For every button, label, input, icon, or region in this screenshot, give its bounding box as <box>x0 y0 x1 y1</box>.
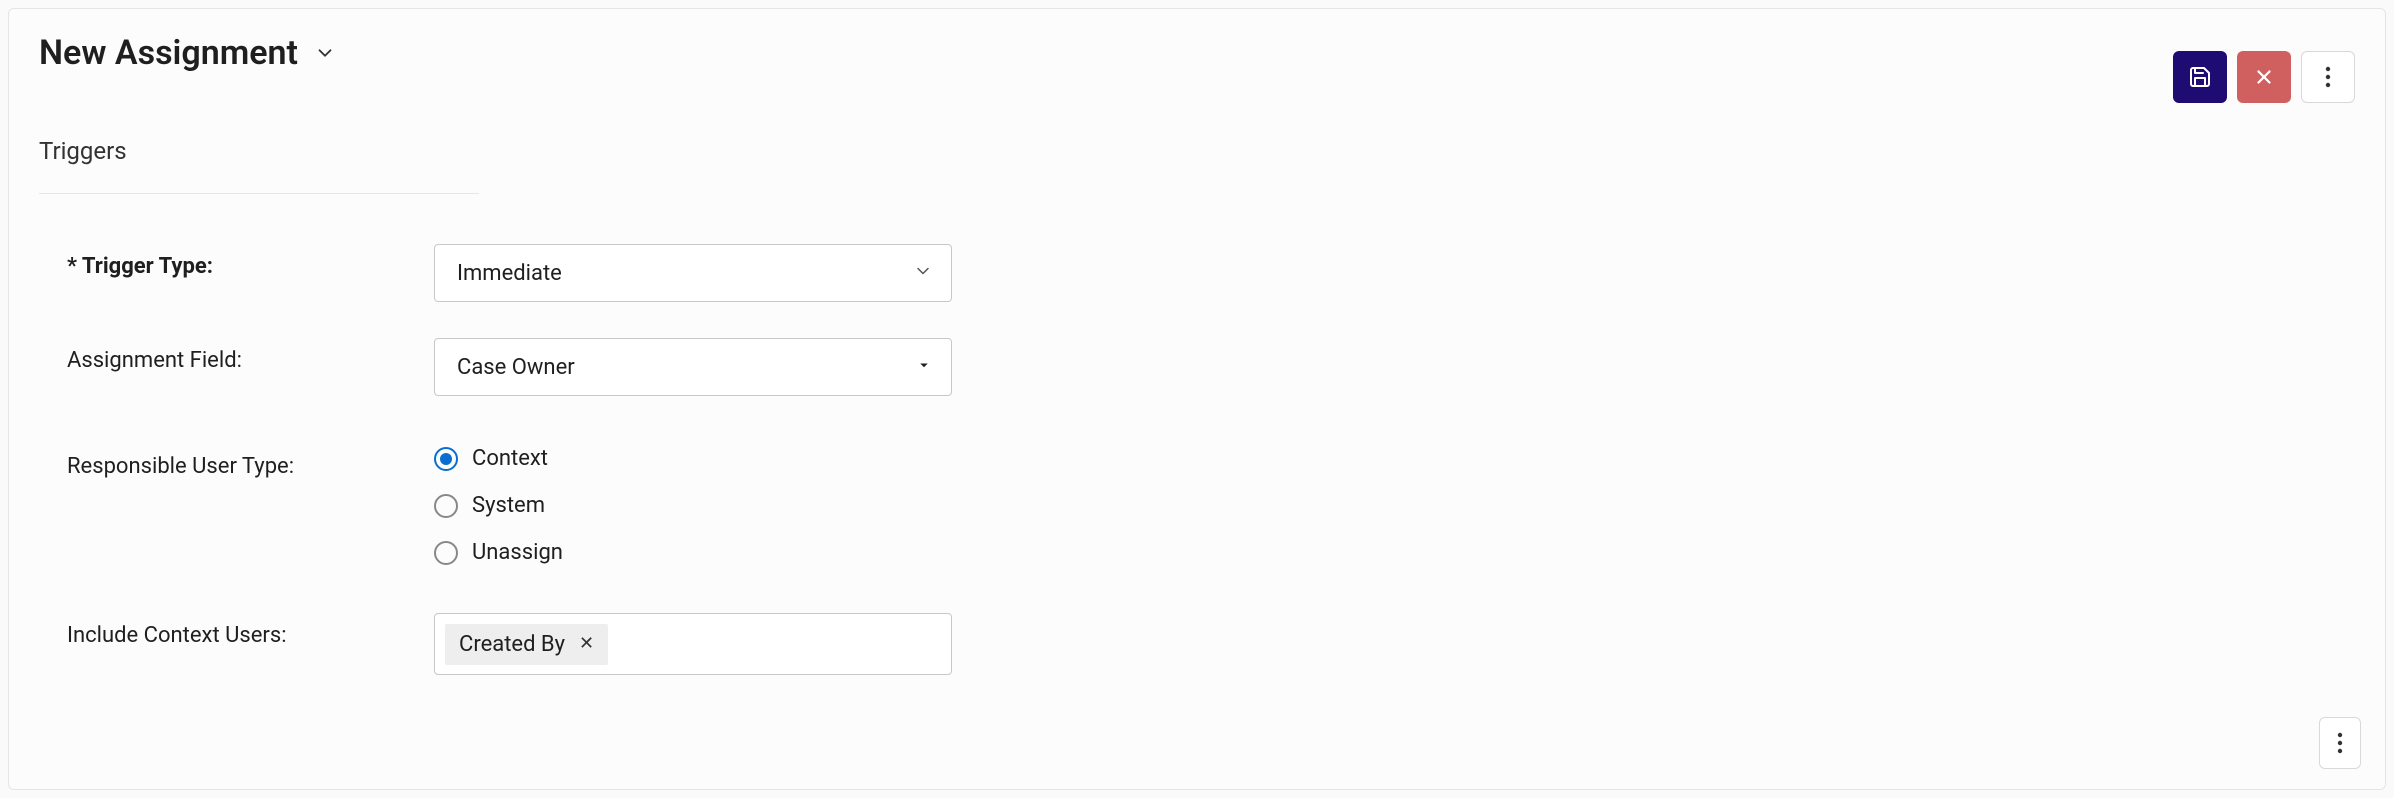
tag-created-by: Created By ✕ <box>445 624 608 665</box>
assignment-field-value: Case Owner <box>457 355 575 380</box>
radio-unassign-label: Unassign <box>472 540 563 565</box>
save-icon <box>2188 65 2212 89</box>
header-actions <box>2173 51 2355 103</box>
chevron-down-icon <box>913 261 933 285</box>
page-title: New Assignment <box>39 33 298 73</box>
assignment-field-label: Assignment Field: <box>39 338 434 373</box>
radio-system-label: System <box>472 493 545 518</box>
responsible-user-type-label: Responsible User Type: <box>39 444 434 479</box>
trigger-type-label: * Trigger Type: <box>39 244 434 279</box>
title-block: New Assignment <box>39 33 338 73</box>
include-context-users-label: Include Context Users: <box>39 613 434 648</box>
responsible-user-type-radiogroup: Context System Unassign <box>434 444 563 565</box>
caret-down-icon <box>915 356 933 378</box>
radio-system[interactable]: System <box>434 493 563 518</box>
radio-context-label: Context <box>472 446 548 471</box>
trigger-type-value: Immediate <box>457 261 562 286</box>
kebab-icon <box>2337 732 2343 754</box>
title-dropdown-toggle[interactable] <box>312 40 338 66</box>
tag-label: Created By <box>459 632 565 657</box>
section-divider <box>39 193 479 194</box>
save-button[interactable] <box>2173 51 2227 103</box>
close-button[interactable] <box>2237 51 2291 103</box>
radio-circle-icon <box>434 541 458 565</box>
include-context-users-input[interactable]: Created By ✕ <box>434 613 952 675</box>
radio-circle-icon <box>434 494 458 518</box>
include-context-users-row: Include Context Users: Created By ✕ <box>39 613 2355 675</box>
more-actions-button[interactable] <box>2301 51 2355 103</box>
chevron-down-icon <box>314 42 336 64</box>
responsible-user-type-row: Responsible User Type: Context System Un… <box>39 444 2355 565</box>
radio-unassign[interactable]: Unassign <box>434 540 563 565</box>
close-icon <box>2253 66 2275 88</box>
more-actions-bottom-button[interactable] <box>2319 717 2361 769</box>
trigger-form: * Trigger Type: Immediate Assignment Fie… <box>39 244 2355 675</box>
assignment-panel: New Assignment Triggers * Trigger Type: … <box>8 8 2386 790</box>
trigger-type-select[interactable]: Immediate <box>434 244 952 302</box>
assignment-field-select[interactable]: Case Owner <box>434 338 952 396</box>
section-title: Triggers <box>39 137 2355 165</box>
radio-circle-icon <box>434 447 458 471</box>
kebab-icon <box>2325 66 2331 88</box>
header-row: New Assignment <box>39 33 2355 103</box>
tag-remove-button[interactable]: ✕ <box>579 635 594 653</box>
radio-context[interactable]: Context <box>434 446 563 471</box>
trigger-type-row: * Trigger Type: Immediate <box>39 244 2355 302</box>
assignment-field-row: Assignment Field: Case Owner <box>39 338 2355 396</box>
